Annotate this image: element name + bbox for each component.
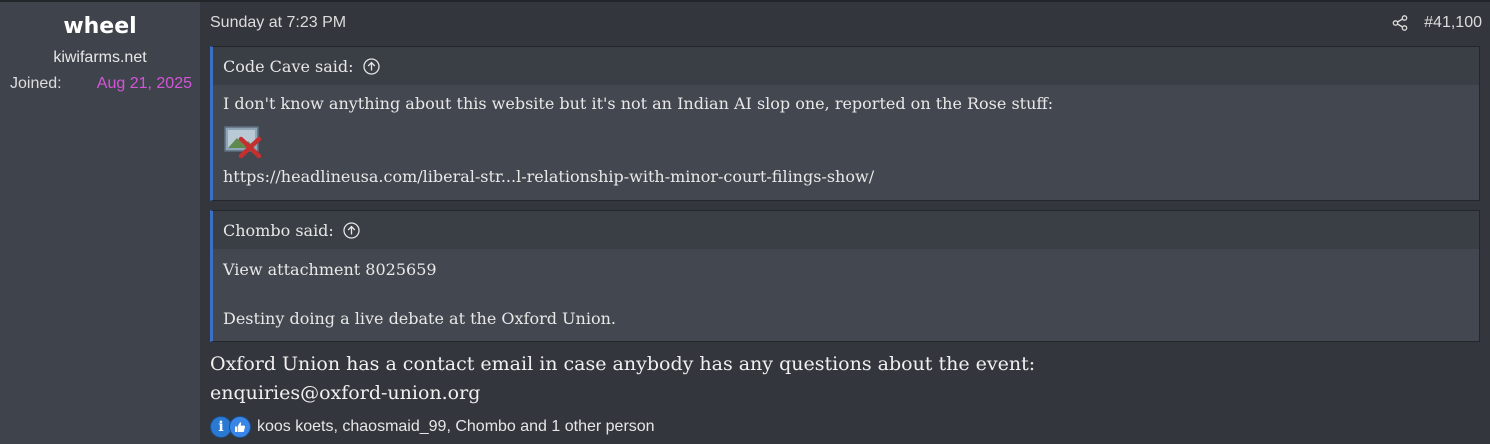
attachment-link[interactable]: View attachment 8025659 [223, 249, 1469, 279]
quote-link[interactable]: https://headlineusa.com/liberal-str...l-… [223, 159, 1469, 186]
post-date-link[interactable]: Sunday at 7:23 PM [210, 14, 346, 32]
reactions-bar[interactable]: i koos koets, chaosmaid_99, Chombo and 1… [210, 416, 655, 438]
joined-date: Aug 21, 2025 [96, 75, 192, 92]
quote-block: Chombo said: View attachment 8025659 Des… [210, 210, 1480, 342]
user-sidebar: wheel kiwifarms.net Joined: Aug 21, 2025 [0, 2, 200, 444]
broken-image-icon [223, 125, 263, 159]
joined-row: Joined: Aug 21, 2025 [10, 75, 192, 93]
username-link[interactable]: wheel [0, 14, 200, 39]
post-body: Oxford Union has a contact email in case… [210, 350, 1035, 408]
quote-content: I don't know anything about this website… [213, 85, 1479, 186]
post-main: Sunday at 7:23 PM #41,100 Code Cave said… [210, 2, 1482, 444]
share-icon[interactable] [1392, 15, 1408, 31]
quote-author[interactable]: Code Cave said: [223, 57, 354, 76]
post-body-text: Oxford Union has a contact email in case… [210, 353, 1036, 375]
reactions-list[interactable]: koos koets, chaosmaid_99, Chombo and 1 o… [257, 418, 655, 436]
arrow-up-circle-icon[interactable] [343, 221, 360, 239]
user-title: kiwifarms.net [53, 49, 147, 66]
quote-author[interactable]: Chombo said: [223, 221, 334, 240]
quote-header: Chombo said: [213, 211, 1479, 249]
quote-text: Destiny doing a live debate at the Oxfor… [223, 309, 616, 328]
arrow-up-circle-icon[interactable] [362, 57, 380, 75]
joined-label: Joined: [10, 75, 62, 92]
quote-block: Code Cave said: I don't know anything ab… [210, 46, 1480, 201]
quote-header: Code Cave said: [213, 47, 1479, 85]
quote-text: I don't know anything about this website… [223, 94, 1054, 113]
quote-content: View attachment 8025659 Destiny doing a … [213, 249, 1479, 328]
email-text: enquiries@oxford-union.org [210, 382, 481, 404]
like-reaction-icon [229, 416, 251, 438]
post-number-link[interactable]: #41,100 [1424, 14, 1482, 32]
post-actions: #41,100 [1392, 14, 1482, 32]
forum-post: wheel kiwifarms.net Joined: Aug 21, 2025… [0, 0, 1490, 444]
